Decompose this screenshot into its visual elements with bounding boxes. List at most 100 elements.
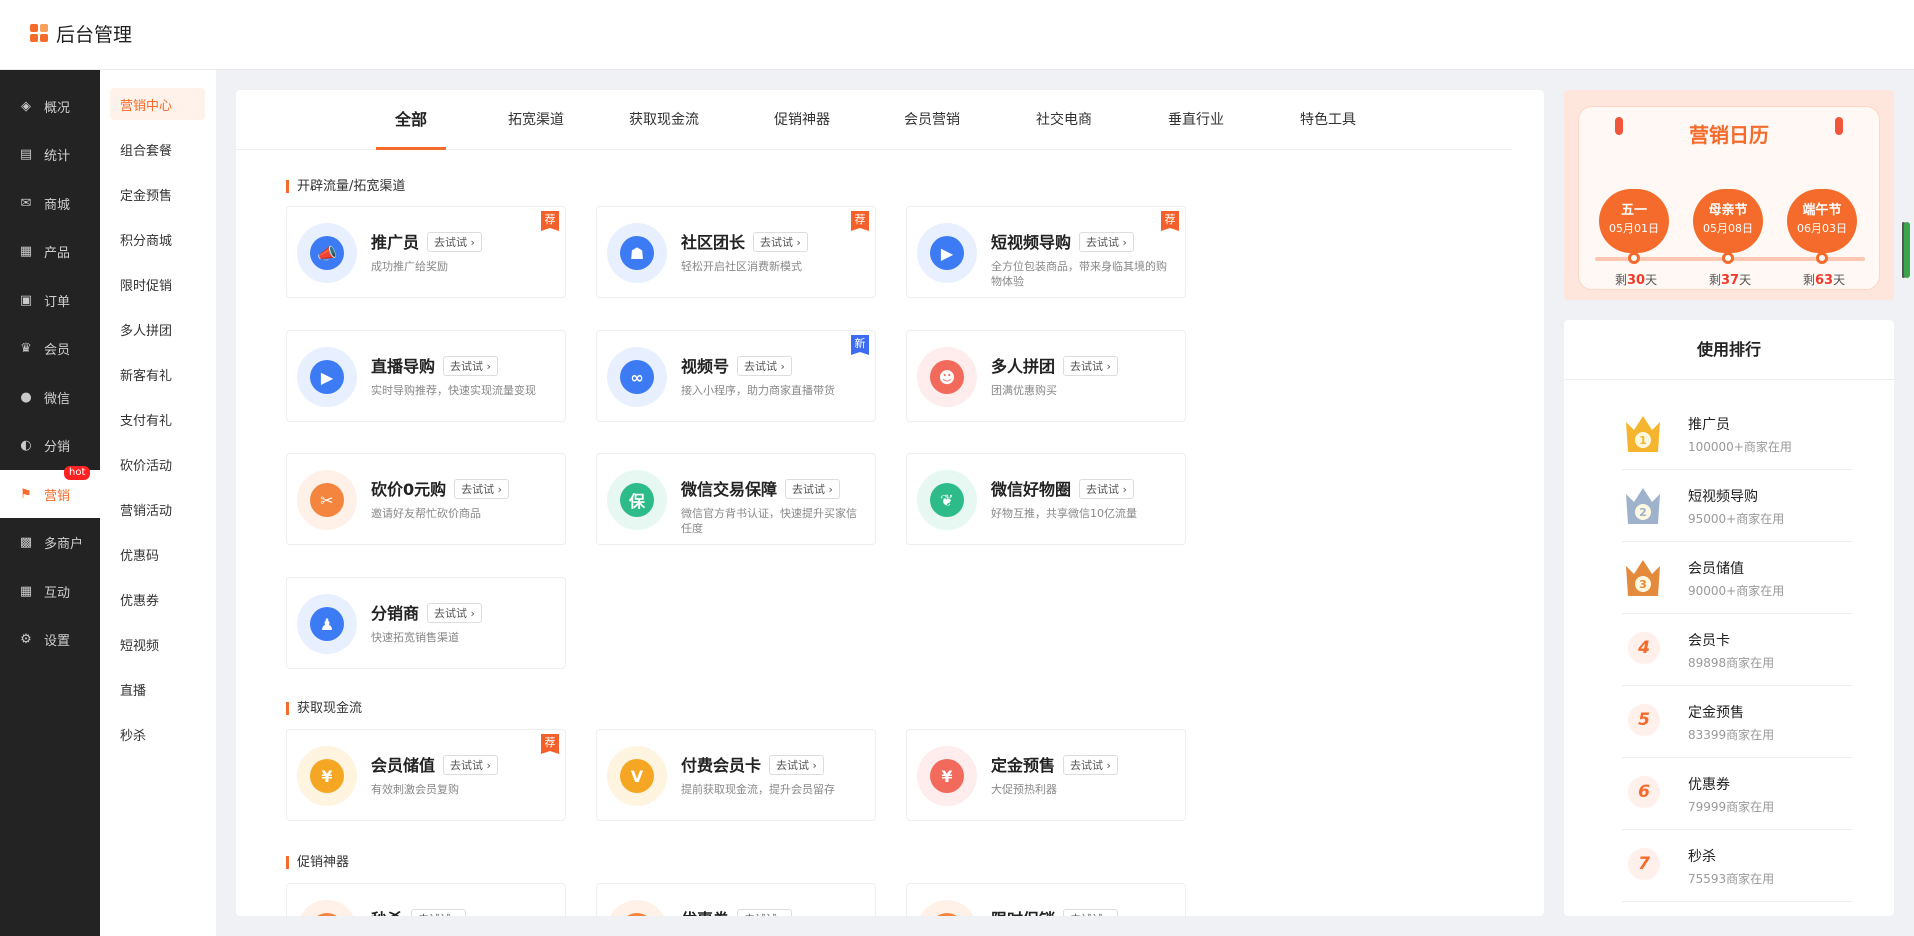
card-title: 微信交易保障 去试试 › [681,476,840,500]
nav-item-2[interactable]: ✉ 商城 [0,179,100,227]
feature-card[interactable]: ☗ 社区团长 去试试 › 轻松开启社区消费新模式 荐 [596,206,876,298]
festival-badge[interactable]: 五一 05月01日 [1599,189,1669,253]
nav-item-8[interactable]: ⚑ 营销 hot [0,466,100,518]
card-name: 优惠券 [681,910,729,916]
card-name: 秒杀 [371,910,403,916]
feature-card[interactable]: 保微信交易保障 去试试 › 微信官方背书认证，快速提升买家信任度 [596,453,876,545]
days-prefix: 剩 [1615,273,1628,287]
festival-badge[interactable]: 母亲节 05月08日 [1693,189,1763,253]
try-button[interactable]: 去试试 › [443,755,498,775]
nav-item-3[interactable]: ▦ 产品 [0,228,100,276]
try-button[interactable]: 去试试 › [411,909,466,916]
nav-item-9[interactable]: ▩ 多商户 [0,519,100,567]
nav-item-0[interactable]: ◈ 概况 [0,82,100,130]
subnav-item[interactable]: 支付有礼 [110,403,205,435]
try-button[interactable]: 去试试 › [1079,479,1134,499]
subnav-item[interactable]: 限时促销 [110,268,205,300]
try-button[interactable]: 去试试 › [1079,232,1134,252]
ranking-row[interactable]: 1 推广员 100000+商家在用 [1622,398,1852,470]
try-button[interactable]: 去试试 › [1063,755,1118,775]
flash-icon: ⚡ [297,900,357,916]
subnav-item[interactable]: 营销中心 [110,88,205,120]
feature-card[interactable]: ¥ 会员储值 去试试 › 有效刺激会员复购 荐 [286,729,566,821]
tab-item[interactable]: 会员营销 [894,90,970,150]
nav-label: 商城 [44,197,71,213]
try-button[interactable]: 去试试 › [737,909,792,916]
try-button[interactable]: 去试试 › [1063,909,1118,916]
festival-badge[interactable]: 端午节 06月03日 [1787,189,1857,253]
ranking-row[interactable]: 6 优惠券 79999商家在用 [1622,758,1852,830]
subnav-item[interactable]: 优惠券 [110,583,205,615]
festival-date: 05月08日 [1703,222,1753,235]
subnav-item[interactable]: 定金预售 [110,178,205,210]
subnav-item[interactable]: 直播 [110,673,205,705]
ranking-row[interactable]: 2 短视频导购 95000+商家在用 [1622,470,1852,542]
ranking-row[interactable]: 5 定金预售 83399商家在用 [1622,686,1852,758]
feature-card[interactable]: ¥ 定金预售 去试试 › 大促预热利器 [906,729,1186,821]
ranking-row[interactable]: 4 会员卡 89898商家在用 [1622,614,1852,686]
subnav-item[interactable]: 新客有礼 [110,358,205,390]
scrollbar-thumb[interactable] [1904,222,1910,278]
try-button[interactable]: 去试试 › [737,356,792,376]
card-name: 定金预售 [991,756,1056,775]
tab-item[interactable]: 促销神器 [764,90,840,150]
try-button[interactable]: 去试试 › [1063,356,1118,376]
card-desc: 好物互推，共享微信10亿流量 [991,507,1137,520]
flag-icon: ⚑ [20,486,32,502]
try-button[interactable]: 去试试 › [753,232,808,252]
group-icon: ☻ [917,347,977,407]
card-name: 会员储值 [371,756,436,775]
tab-item[interactable]: 全部 [376,90,446,150]
feature-card[interactable]: ❦ 微信好物圈 去试试 › 好物互推，共享微信10亿流量 [906,453,1186,545]
subnav-item[interactable]: 多人拼团 [110,313,205,345]
card-desc: 轻松开启社区消费新模式 [681,260,802,273]
feature-card[interactable]: ♟ 分销商 去试试 › 快速拓宽销售渠道 [286,577,566,669]
app-logo[interactable]: 后台管理 [30,20,132,47]
subnav-item[interactable]: 积分商城 [110,223,205,255]
feature-card[interactable]: ▶ 短视频导购 去试试 › 全方位包装商品，带来身临其境的购物体验 荐 [906,206,1186,298]
subnav-item[interactable]: 优惠码 [110,538,205,570]
nav-item-6[interactable]: ● 微信 [0,373,100,421]
ranking-row[interactable]: 7 秒杀 75593商家在用 [1622,830,1852,902]
nav-item-11[interactable]: ⚙ 设置 [0,616,100,664]
nav-item-4[interactable]: ▣ 订单 [0,276,100,324]
days-suffix: 天 [1833,273,1846,287]
try-button[interactable]: 去试试 › [427,232,482,252]
festival-name: 五一 [1620,203,1647,218]
tab-item[interactable]: 垂直行业 [1158,90,1234,150]
try-button[interactable]: 去试试 › [427,603,482,623]
nav-item-1[interactable]: ▤ 统计 [0,131,100,179]
medal-2-icon: 2 [1622,484,1664,528]
subnav-item[interactable]: 砍价活动 [110,448,205,480]
user-icon: ◐ [20,438,32,453]
nav-item-7[interactable]: ◐ 分销 [0,422,100,470]
nav-label: 产品 [44,246,71,261]
try-button[interactable]: 去试试 › [785,479,840,499]
subnav-item[interactable]: 秒杀 [110,718,205,750]
try-button[interactable]: 去试试 › [454,479,510,499]
try-button[interactable]: 去试试 › [769,755,824,775]
feature-card[interactable]: ◷ 限时促销 去试试 › [906,883,1186,916]
nav-item-5[interactable]: ♛ 会员 [0,325,100,373]
tab-item[interactable]: 获取现金流 [626,90,702,150]
feature-card[interactable]: ⚡ 秒杀 去试试 › [286,883,566,916]
try-button[interactable]: 去试试 › [443,356,498,376]
feature-card[interactable]: ☻ 多人拼团 去试试 › 团满优惠购买 [906,330,1186,422]
card-title: 视频号 去试试 › [681,353,792,377]
feature-card[interactable]: ▶ 直播导购 去试试 › 实时导购推荐，快速实现流量变现 [286,330,566,422]
tab-item[interactable]: 特色工具 [1290,90,1366,150]
feature-card[interactable]: ∞ 视频号 去试试 › 接入小程序，助力商家直播带货 新 [596,330,876,422]
feature-card[interactable]: V 付费会员卡 去试试 › 提前获取现金流，提升会员留存 [596,729,876,821]
card-title: 短视频导购 去试试 › [991,229,1134,253]
feature-card[interactable]: 📣 推广员 去试试 › 成功推广给奖励 荐 [286,206,566,298]
tab-item[interactable]: 拓宽渠道 [498,90,574,150]
feature-card[interactable]: ✂ 砍价0元购 去试试 › 邀请好友帮忙砍价商品 [286,453,566,545]
nav-label: 订单 [44,294,71,310]
nav-item-10[interactable]: ▦ 互动 [0,567,100,615]
ranking-row[interactable]: 3 会员储值 90000+商家在用 [1622,542,1852,614]
subnav-item[interactable]: 组合套餐 [110,133,205,165]
tab-item[interactable]: 社交电商 [1026,90,1102,150]
subnav-item[interactable]: 营销活动 [110,493,205,525]
subnav-item[interactable]: 短视频 [110,628,205,660]
feature-card[interactable]: 券优惠券 去试试 › [596,883,876,916]
